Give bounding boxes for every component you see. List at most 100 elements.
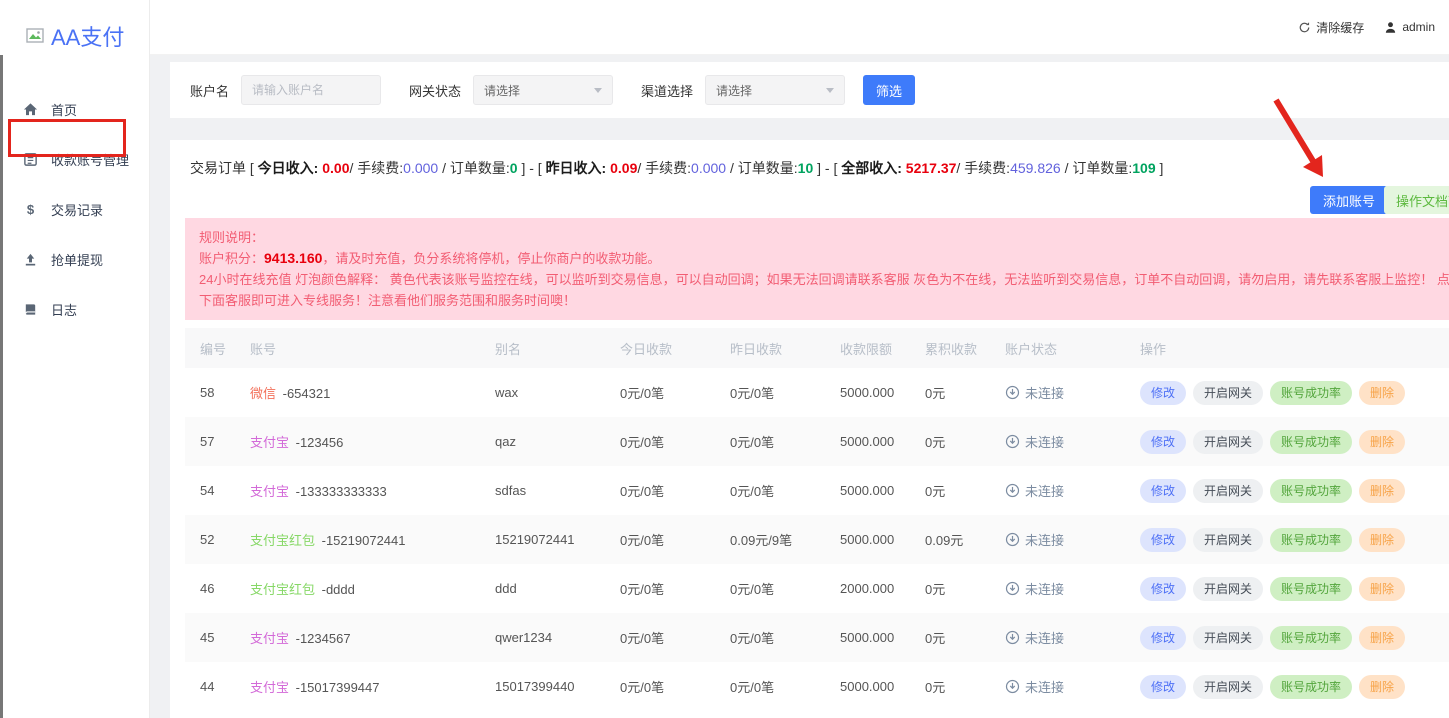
sidebar-item-日志[interactable]: 日志 [0, 284, 149, 334]
chevron-down-icon [594, 88, 602, 93]
open-gateway-button[interactable]: 开启网关 [1193, 675, 1263, 699]
delete-button[interactable]: 删除 [1359, 675, 1405, 699]
open-gateway-button[interactable]: 开启网关 [1193, 626, 1263, 650]
edit-button[interactable]: 修改 [1140, 577, 1186, 601]
row-yesterday-amount: 0元/0笔 [730, 564, 840, 613]
status-label: 未连接 [1025, 432, 1064, 451]
docs-download-button[interactable]: 操作文档下载 [1384, 186, 1449, 214]
row-today-amount: 0元/0笔 [620, 515, 730, 564]
success-rate-button[interactable]: 账号成功率 [1270, 381, 1352, 405]
row-limit: 5000.000 [840, 515, 925, 564]
sidebar-item-label: 日志 [51, 300, 77, 319]
delete-button[interactable]: 删除 [1359, 479, 1405, 503]
row-total: 0元 [925, 564, 1005, 613]
summary-segment: ] - [ [518, 160, 546, 176]
summary-segment: 交易订单 [ [190, 160, 258, 176]
row-account: 支付宝 -1234567 [250, 613, 495, 662]
channel-tag: 支付宝红包 [250, 582, 315, 597]
open-gateway-button[interactable]: 开启网关 [1193, 577, 1263, 601]
channel-tag: 微信 [250, 386, 276, 401]
success-rate-button[interactable]: 账号成功率 [1270, 675, 1352, 699]
summary-segment: 昨日收入: [546, 160, 611, 176]
delete-button[interactable]: 删除 [1359, 577, 1405, 601]
status-label: 未连接 [1025, 677, 1064, 696]
delete-button[interactable]: 删除 [1359, 528, 1405, 552]
app-logo[interactable]: AA支付 [0, 0, 149, 52]
add-account-button[interactable]: 添加账号 [1310, 186, 1388, 214]
sidebar-item-首页[interactable]: 首页 [0, 84, 149, 134]
sidebar-item-收款账号管理[interactable]: 收款账号管理 [0, 134, 149, 184]
channel-tag: 支付宝 [250, 631, 289, 646]
row-total: 0.09元 [925, 515, 1005, 564]
row-status: 未连接 [1005, 662, 1140, 711]
filter-button[interactable]: 筛选 [863, 75, 915, 105]
status-label: 未连接 [1025, 530, 1064, 549]
filter-bar: 账户名 网关状态 请选择 渠道选择 请选择 筛选 [170, 62, 1449, 118]
row-alias: wax [495, 368, 620, 417]
success-rate-button[interactable]: 账号成功率 [1270, 577, 1352, 601]
status-label: 未连接 [1025, 481, 1064, 500]
edit-button[interactable]: 修改 [1140, 479, 1186, 503]
sidebar-item-抢单提现[interactable]: 抢单提现 [0, 234, 149, 284]
row-alias: ddd [495, 564, 620, 613]
success-rate-button[interactable]: 账号成功率 [1270, 528, 1352, 552]
summary-segment: 0.00 [322, 160, 349, 176]
row-limit: 5000.000 [840, 613, 925, 662]
open-gateway-button[interactable]: 开启网关 [1193, 528, 1263, 552]
row-total: 0元 [925, 466, 1005, 515]
open-gateway-button[interactable]: 开启网关 [1193, 381, 1263, 405]
summary-segment: 459.826 [1010, 160, 1061, 176]
summary-segment: ] [1156, 160, 1164, 176]
status-disconnected-icon [1005, 630, 1020, 645]
row-limit: 5000.000 [840, 466, 925, 515]
status-label: 未连接 [1025, 383, 1064, 402]
success-rate-button[interactable]: 账号成功率 [1270, 430, 1352, 454]
summary-segment: 5217.37 [906, 160, 957, 176]
rules-notice: 规则说明： 账户积分：9413.160，请及时充值，负分系统将停机，停止你商户的… [185, 218, 1449, 320]
sidebar-item-label: 收款账号管理 [51, 150, 129, 169]
row-limit: 5000.000 [840, 417, 925, 466]
row-account: 支付宝红包 -dddd [250, 564, 495, 613]
delete-button[interactable]: 删除 [1359, 430, 1405, 454]
row-id: 45 [185, 613, 250, 662]
open-gateway-button[interactable]: 开启网关 [1193, 479, 1263, 503]
row-account: 支付宝红包 -15219072441 [250, 515, 495, 564]
open-gateway-button[interactable]: 开启网关 [1193, 430, 1263, 454]
row-actions: 修改开启网关账号成功率删除 [1140, 613, 1449, 662]
sidebar-item-label: 抢单提现 [51, 250, 103, 269]
row-actions: 修改开启网关账号成功率删除 [1140, 662, 1449, 711]
gateway-status-select[interactable]: 请选择 [473, 75, 613, 105]
delete-button[interactable]: 删除 [1359, 626, 1405, 650]
row-today-amount: 0元/0笔 [620, 613, 730, 662]
success-rate-button[interactable]: 账号成功率 [1270, 626, 1352, 650]
row-limit: 2000.000 [840, 564, 925, 613]
notice-line4: 下面客服即可进入专线服务！注意看他们服务范围和服务时间噢！ [199, 290, 1449, 311]
user-icon [1384, 21, 1397, 34]
delete-button[interactable]: 删除 [1359, 381, 1405, 405]
edit-button[interactable]: 修改 [1140, 528, 1186, 552]
channel-select[interactable]: 请选择 [705, 75, 845, 105]
withdraw-icon [22, 251, 38, 267]
row-status: 未连接 [1005, 368, 1140, 417]
sidebar-item-交易记录[interactable]: $交易记录 [0, 184, 149, 234]
user-menu[interactable]: admin [1384, 20, 1435, 34]
edit-button[interactable]: 修改 [1140, 675, 1186, 699]
summary-segment: / 订单数量: [438, 160, 510, 176]
row-total: 0元 [925, 662, 1005, 711]
edit-button[interactable]: 修改 [1140, 381, 1186, 405]
success-rate-button[interactable]: 账号成功率 [1270, 479, 1352, 503]
home-icon [22, 101, 38, 117]
row-alias: qaz [495, 417, 620, 466]
topbar: 清除缓存 admin [150, 0, 1449, 55]
chevron-down-icon [826, 88, 834, 93]
row-limit: 5000.000 [840, 662, 925, 711]
account-name-input[interactable] [241, 75, 381, 105]
edit-button[interactable]: 修改 [1140, 626, 1186, 650]
row-status: 未连接 [1005, 466, 1140, 515]
refresh-icon [1298, 21, 1311, 34]
table-body: 58微信 -654321wax0元/0笔0元/0笔5000.0000元未连接修改… [185, 368, 1449, 711]
edit-button[interactable]: 修改 [1140, 430, 1186, 454]
table-row: 57支付宝 -123456qaz0元/0笔0元/0笔5000.0000元未连接修… [185, 417, 1449, 466]
clear-cache-button[interactable]: 清除缓存 [1298, 19, 1364, 36]
row-today-amount: 0元/0笔 [620, 368, 730, 417]
